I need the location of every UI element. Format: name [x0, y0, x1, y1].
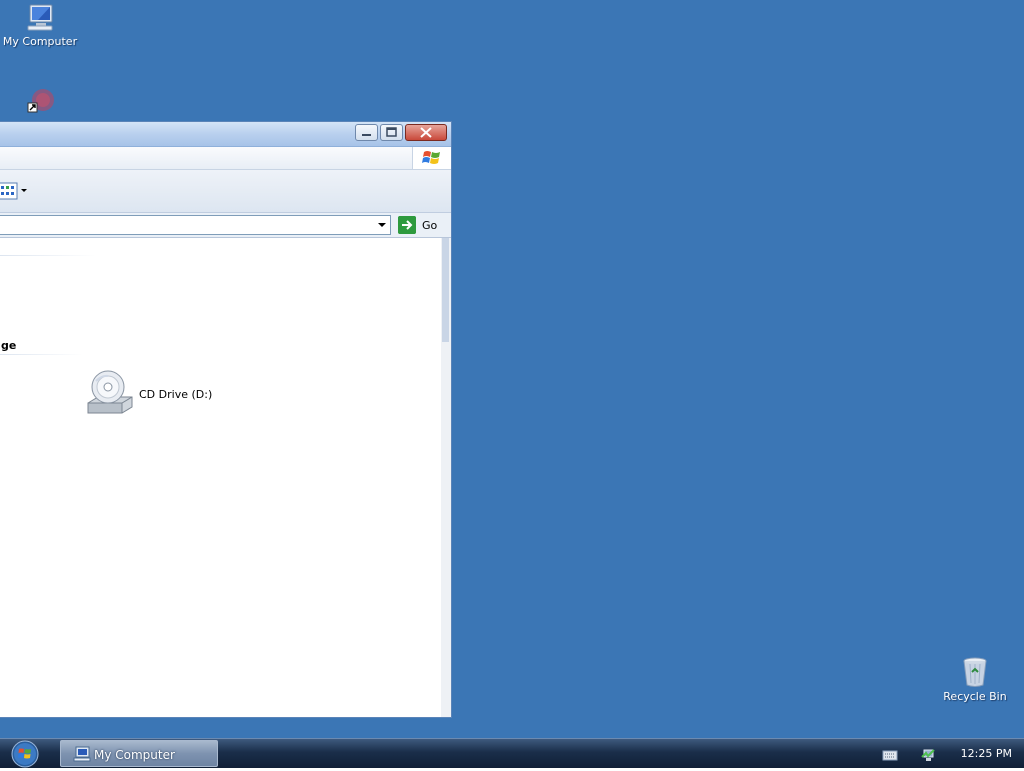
chevron-down-icon[interactable]: [376, 219, 388, 231]
computer-icon: [73, 746, 91, 762]
desktop-icon-shortcut[interactable]: [0, 86, 80, 118]
maximize-button[interactable]: [380, 124, 403, 141]
windows-logo: [412, 147, 451, 169]
close-button[interactable]: [405, 124, 447, 141]
explorer-window: Go ge CD Drive (D:): [0, 121, 452, 718]
views-icon: [0, 182, 27, 200]
desktop-icon-my-computer[interactable]: My Computer: [0, 3, 80, 48]
maximize-icon: [386, 127, 397, 137]
recycle-bin-icon: [963, 657, 987, 687]
desktop-icon-recycle-bin[interactable]: Recycle Bin: [935, 656, 1015, 703]
shortcut-icon: [27, 89, 54, 113]
menu-bar: [0, 147, 451, 170]
keyboard-icon[interactable]: [882, 749, 898, 761]
minimize-icon: [362, 134, 371, 136]
cd-drive-icon: [87, 370, 133, 414]
desktop-icon-label: My Computer: [2, 35, 78, 48]
go-label: Go: [422, 219, 438, 232]
list-item-label: CD Drive (D:): [139, 388, 213, 401]
go-button[interactable]: Go: [398, 216, 446, 234]
system-tray: 12:25 PM: [882, 739, 1014, 769]
content-pane: ge CD Drive (D:): [0, 238, 441, 717]
views-button[interactable]: [0, 181, 29, 201]
taskbar: My Computer 12:25 PM: [0, 738, 1024, 768]
section-divider: [0, 354, 83, 355]
taskbar-item-my-computer[interactable]: My Computer: [60, 740, 218, 767]
close-icon: [420, 127, 432, 138]
go-arrow-icon: [398, 216, 416, 234]
desktop: My Computer Recycle Bin Go ge CD Drive (…: [0, 0, 1024, 738]
desktop-icon-label: Recycle Bin: [943, 690, 1007, 703]
network-icon[interactable]: [920, 747, 936, 763]
vertical-scrollbar[interactable]: [441, 238, 451, 717]
list-item[interactable]: CD Drive (D:): [86, 369, 246, 419]
address-bar: Go: [0, 213, 451, 238]
windows-flag-icon: [422, 151, 440, 164]
toolbar: [0, 170, 451, 213]
scrollbar-thumb[interactable]: [442, 238, 449, 342]
group-header: ge: [1, 339, 17, 352]
computer-icon: [27, 4, 53, 31]
clock[interactable]: 12:25 PM: [961, 747, 1012, 760]
window-titlebar[interactable]: [0, 122, 451, 147]
section-divider: [0, 255, 96, 256]
start-orb-icon: [11, 740, 39, 768]
taskbar-item-label: My Computer: [94, 748, 175, 762]
address-input[interactable]: [0, 215, 391, 235]
start-button[interactable]: [10, 740, 40, 768]
minimize-button[interactable]: [355, 124, 378, 141]
